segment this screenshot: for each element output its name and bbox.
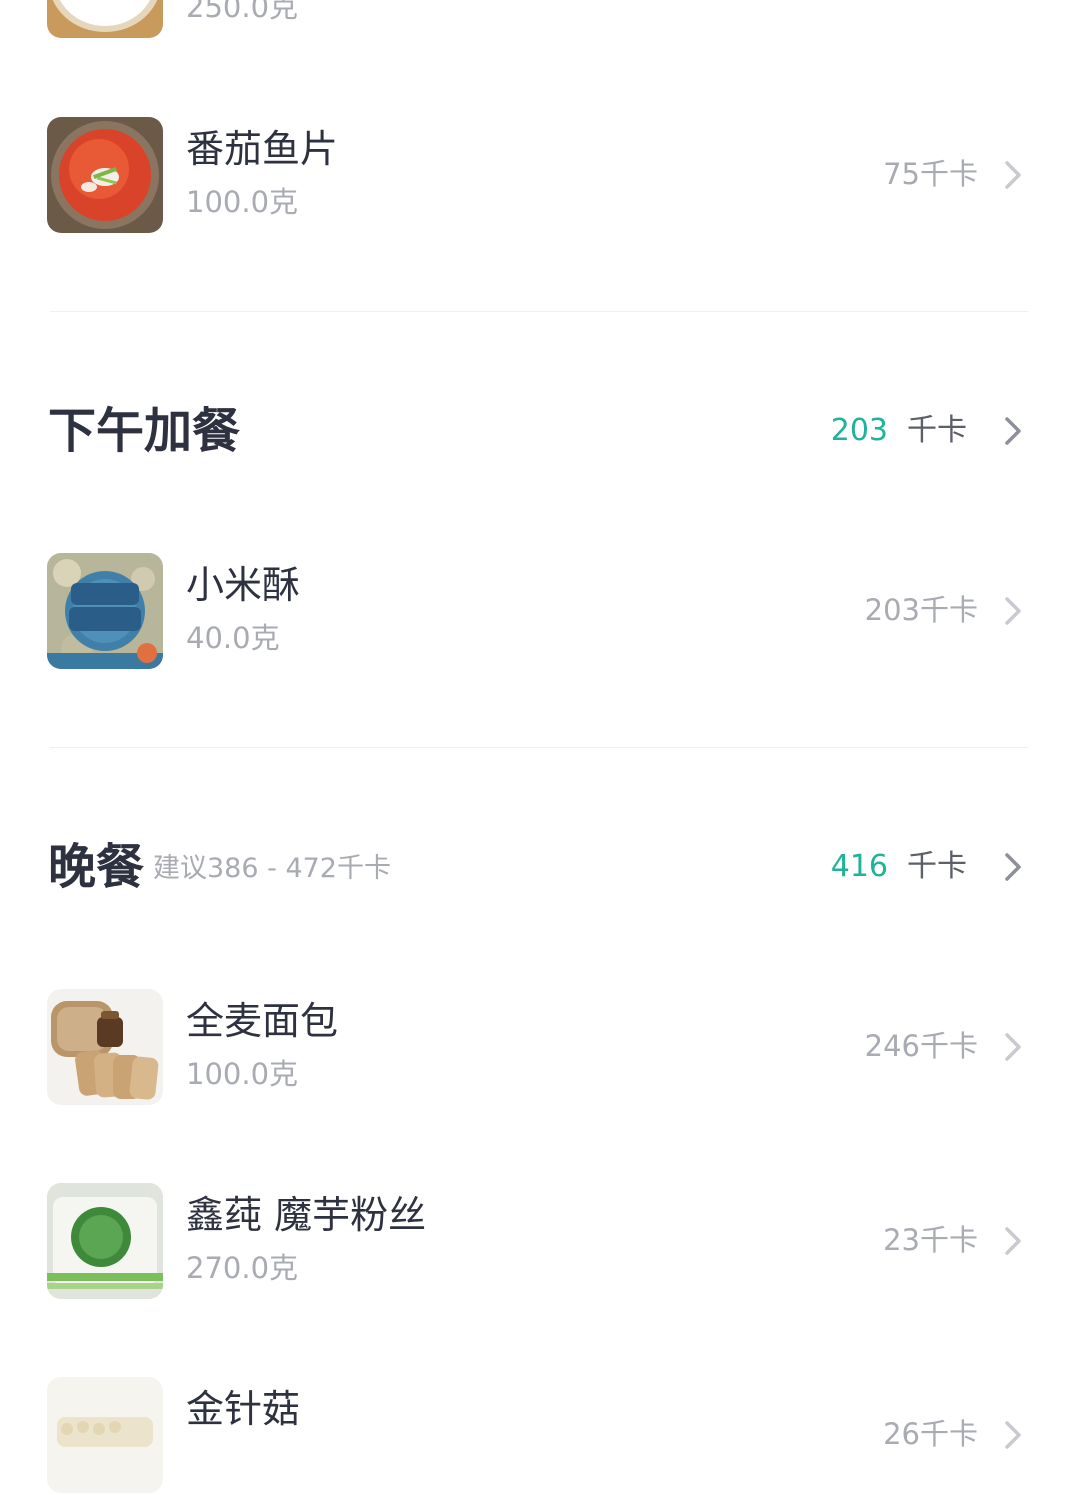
food-weight: 100.0克: [186, 185, 299, 219]
chevron-right-icon: [1005, 597, 1021, 625]
food-weight: 270.0克: [186, 1251, 299, 1285]
meal-total-calories: 416: [830, 849, 888, 884]
food-item[interactable]: 小米酥 40.0克 203千卡: [0, 551, 1080, 671]
food-calories: 75千卡: [883, 157, 978, 191]
food-item[interactable]: 金针菇 26千卡: [0, 1375, 1080, 1495]
konjac-noodles-photo-icon: [47, 1183, 163, 1299]
section-divider: [50, 747, 1028, 748]
section-divider: [50, 311, 1028, 312]
food-item-top-partial[interactable]: 250.0克: [0, 0, 1080, 40]
chevron-right-icon: [1005, 417, 1021, 445]
meal-section-dinner[interactable]: 晚餐 建议386 - 472千卡 416 千卡: [0, 837, 1080, 897]
meal-total-calories: 203: [830, 413, 888, 448]
food-calories: 203千卡: [864, 593, 978, 627]
food-thumbnail: [47, 1183, 163, 1299]
food-item[interactable]: 鑫莼 魔芋粉丝 270.0克 23千卡: [0, 1181, 1080, 1301]
food-name: 番茄鱼片: [186, 127, 339, 171]
food-calories: 23千卡: [883, 1223, 978, 1257]
millet-crisp-package-photo-icon: [47, 553, 163, 669]
enoki-mushroom-photo-icon: [47, 1377, 163, 1493]
meal-suggested-range: 建议386 - 472千卡: [153, 853, 391, 884]
food-name: 金针菇: [186, 1387, 301, 1431]
food-item[interactable]: 番茄鱼片 100.0克 75千卡: [0, 115, 1080, 235]
food-thumbnail: [47, 0, 163, 38]
chevron-right-icon: [1005, 853, 1021, 881]
whole-wheat-bread-photo-icon: [47, 989, 163, 1105]
meal-title: 下午加餐: [48, 403, 241, 459]
food-thumbnail: [47, 117, 163, 233]
food-weight: 250.0克: [186, 0, 299, 24]
chevron-right-icon: [1005, 161, 1021, 189]
food-name: 鑫莼 魔芋粉丝: [186, 1193, 427, 1237]
tomato-fish-photo-icon: [47, 117, 163, 233]
meal-calorie-unit: 千卡: [907, 849, 967, 884]
food-weight: 40.0克: [186, 621, 280, 655]
food-item[interactable]: 全麦面包 100.0克 246千卡: [0, 987, 1080, 1107]
food-thumbnail: [47, 989, 163, 1105]
meal-section-afternoon-snack[interactable]: 下午加餐 203 千卡: [0, 401, 1080, 461]
food-name: 全麦面包: [186, 999, 339, 1043]
chevron-right-icon: [1005, 1033, 1021, 1061]
food-thumbnail: [47, 1377, 163, 1493]
chevron-right-icon: [1005, 1421, 1021, 1449]
food-calories: 26千卡: [883, 1417, 978, 1451]
chevron-right-icon: [1005, 1227, 1021, 1255]
bowl-photo-icon: [47, 0, 163, 38]
food-calories: 246千卡: [864, 1029, 978, 1063]
food-name: 小米酥: [186, 563, 301, 607]
food-weight: 100.0克: [186, 1057, 299, 1091]
meal-calorie-unit: 千卡: [907, 413, 967, 448]
food-thumbnail: [47, 553, 163, 669]
meal-title: 晚餐: [48, 839, 145, 895]
